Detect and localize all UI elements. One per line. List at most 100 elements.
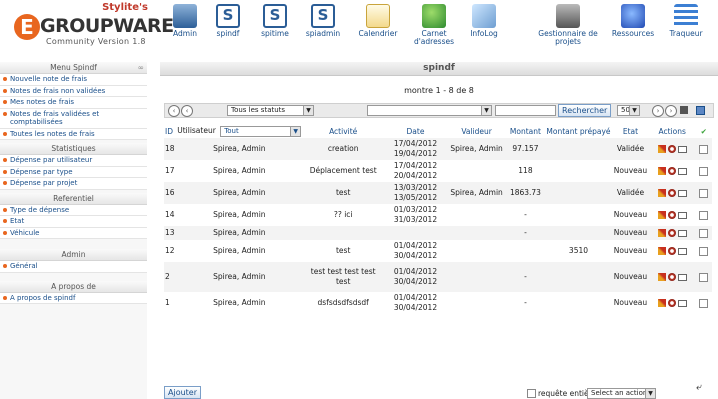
sidebar-item[interactable]: Mes notes de frais — [0, 97, 147, 109]
mail-icon[interactable] — [677, 167, 687, 175]
col-validator[interactable]: Valideur — [447, 125, 506, 138]
sidebar-item[interactable]: Notes de frais non validées — [0, 85, 147, 97]
cell-id: 16 — [164, 182, 177, 204]
view-icon[interactable] — [667, 167, 676, 175]
sidebar-item[interactable]: Dépense par projet — [0, 178, 147, 190]
mail-icon[interactable] — [677, 229, 687, 237]
row-checkbox[interactable] — [699, 210, 709, 220]
app-ressources[interactable]: Ressources — [603, 4, 663, 38]
view-icon[interactable] — [667, 299, 676, 307]
mail-icon[interactable] — [677, 299, 687, 307]
edit-icon[interactable] — [657, 273, 666, 281]
cell-actions — [649, 160, 696, 182]
col-id[interactable]: ID — [164, 125, 176, 138]
infolog-icon — [472, 4, 496, 28]
add-button[interactable]: Ajouter — [164, 386, 202, 399]
view-icon[interactable] — [667, 145, 676, 153]
row-checkbox[interactable] — [699, 166, 709, 176]
mail-icon[interactable] — [677, 189, 687, 197]
cell-actions — [649, 204, 696, 226]
table-row[interactable]: 14 Spirea, Admin ?? ici 01/03/2012 31/03/201… — [164, 204, 712, 226]
status-select[interactable]: Tous les statuts ▼ — [227, 105, 314, 116]
columns-icon[interactable] — [680, 106, 688, 114]
cell-amount — [506, 240, 545, 262]
table-row[interactable]: 17 Spirea, Admin Déplacement test 17/04/201… — [164, 160, 712, 182]
first-page-icon[interactable]: ‹ — [168, 105, 180, 117]
page-size-select[interactable]: 50 ▼ — [617, 105, 640, 116]
sidebar-item[interactable]: Général — [0, 261, 147, 273]
app-infolog[interactable]: InfoLog — [454, 4, 514, 38]
col-activity[interactable]: Activité — [302, 125, 383, 138]
search-button[interactable]: Rechercher — [558, 104, 612, 117]
next-page-icon[interactable]: › — [652, 105, 664, 117]
mail-icon[interactable] — [677, 273, 687, 281]
view-icon[interactable] — [667, 229, 676, 237]
sidebar-item[interactable]: Toutes les notes de frais — [0, 128, 147, 140]
sidebar-item[interactable]: Véhicule — [0, 227, 147, 239]
table-row[interactable]: 1 Spirea, Admin dsfsdsdfsdsdf 01/04/2012 30/… — [164, 292, 712, 314]
sidebar-item[interactable]: A propos de spindf — [0, 292, 147, 304]
sidebar-item[interactable]: Etat — [0, 216, 147, 228]
app-traqueur[interactable]: Traqueur — [656, 4, 716, 38]
edit-icon[interactable] — [657, 247, 666, 255]
view-icon[interactable] — [667, 247, 676, 255]
row-checkbox[interactable] — [699, 246, 709, 256]
row-checkbox[interactable] — [699, 298, 709, 308]
user-filter-select[interactable]: Tout ▼ — [220, 126, 302, 137]
whole-query-checkbox[interactable] — [527, 389, 536, 398]
cell-state: Validée — [612, 182, 649, 204]
search-input[interactable] — [495, 105, 556, 116]
sidebar-item[interactable]: Dépense par utilisateur — [0, 155, 147, 167]
select-all-check-icon[interactable]: ✔ — [696, 125, 712, 138]
mail-icon[interactable] — [677, 145, 687, 153]
date-start: 13/03/2012 — [393, 183, 438, 192]
category-select[interactable]: ▼ — [367, 105, 492, 116]
cell-validator: Spirea, Admin — [447, 138, 507, 160]
cell-actions — [649, 240, 696, 262]
table-row[interactable]: 13 Spirea, Admin - Nouveau — [164, 226, 712, 240]
collapse-icon[interactable]: ∞ — [138, 62, 144, 73]
app-spiadmin[interactable]: S spiadmin — [293, 4, 353, 38]
edit-icon[interactable] — [657, 229, 666, 237]
sidebar-item[interactable]: Nouvelle note de frais — [0, 74, 147, 86]
table-row[interactable]: 2 Spirea, Admin test test test test test 01… — [164, 262, 712, 292]
view-icon[interactable] — [667, 273, 676, 281]
date-start: 17/04/2012 — [393, 161, 438, 170]
action-select[interactable]: Select an action... ▼ — [587, 388, 656, 399]
col-date[interactable]: Date — [384, 125, 447, 138]
edit-icon[interactable] — [657, 145, 666, 153]
row-checkbox[interactable] — [699, 188, 709, 198]
app-projects[interactable]: Gestionnaire de projets — [537, 4, 599, 46]
date-end: 13/05/2012 — [393, 193, 438, 202]
sidebar-item[interactable]: Type de dépense — [0, 204, 147, 216]
edit-icon[interactable] — [657, 189, 666, 197]
sidebar-title: Menu Spindf — [50, 63, 97, 72]
row-checkbox[interactable] — [699, 228, 709, 238]
groupware-logo[interactable]: Stylite's E GROUPWARE Community Version … — [4, 2, 174, 54]
table-row[interactable]: 12 Spirea, Admin test 01/04/2012 30/04/2012 3… — [164, 240, 712, 262]
status-select-value: Tous les statuts — [231, 106, 286, 114]
cell-activity: test test test test test — [302, 262, 384, 292]
last-page-icon[interactable]: › — [665, 105, 677, 117]
sidebar-item[interactable]: Notes de frais validées et comptabilisée… — [0, 108, 147, 129]
cell-activity: Déplacement test — [309, 166, 377, 175]
view-icon[interactable] — [667, 211, 676, 219]
row-checkbox[interactable] — [699, 144, 709, 154]
view-icon[interactable] — [667, 189, 676, 197]
table-row[interactable]: 18 Spirea, Admin creation 17/04/2012 19/04/2… — [164, 138, 712, 160]
col-state[interactable]: Etat — [612, 125, 649, 138]
sidebar-item[interactable]: Dépense par type — [0, 166, 147, 178]
edit-icon[interactable] — [657, 167, 666, 175]
mail-icon[interactable] — [677, 211, 687, 219]
app-calendrier[interactable]: Calendrier — [348, 4, 408, 38]
save-icon[interactable] — [696, 106, 705, 115]
prev-page-icon[interactable]: ‹ — [181, 105, 193, 117]
row-checkbox[interactable] — [699, 272, 709, 282]
date-end: 20/04/2012 — [393, 171, 438, 180]
col-amount[interactable]: Montant — [506, 125, 545, 138]
edit-icon[interactable] — [657, 211, 666, 219]
edit-icon[interactable] — [657, 299, 666, 307]
mail-icon[interactable] — [677, 247, 687, 255]
table-row[interactable]: 16 Spirea, Admin test 13/03/2012 13/05/2012 S… — [164, 182, 712, 204]
col-prepaid[interactable]: Montant prépayé — [545, 125, 612, 138]
